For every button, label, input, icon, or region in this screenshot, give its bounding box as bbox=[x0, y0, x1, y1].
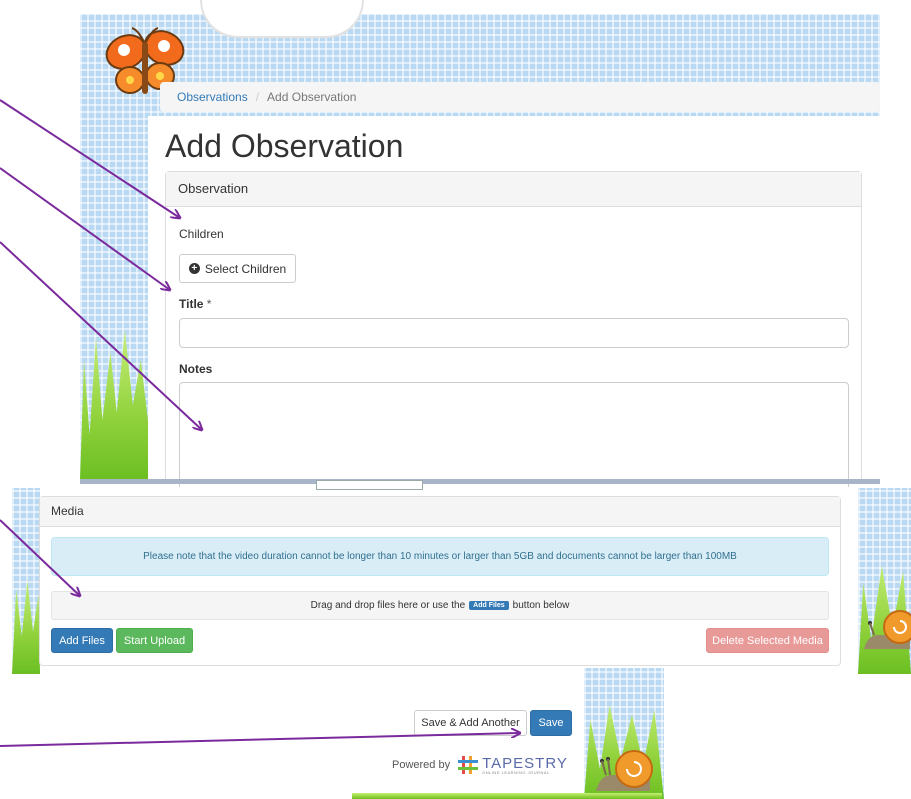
arrow-to-save bbox=[0, 733, 520, 747]
annotation-arrows bbox=[0, 99, 911, 747]
arrow-to-title bbox=[0, 167, 170, 290]
arrow-to-children bbox=[0, 99, 180, 218]
arrow-to-drop-zone bbox=[0, 519, 80, 596]
arrow-to-notes bbox=[0, 241, 202, 430]
